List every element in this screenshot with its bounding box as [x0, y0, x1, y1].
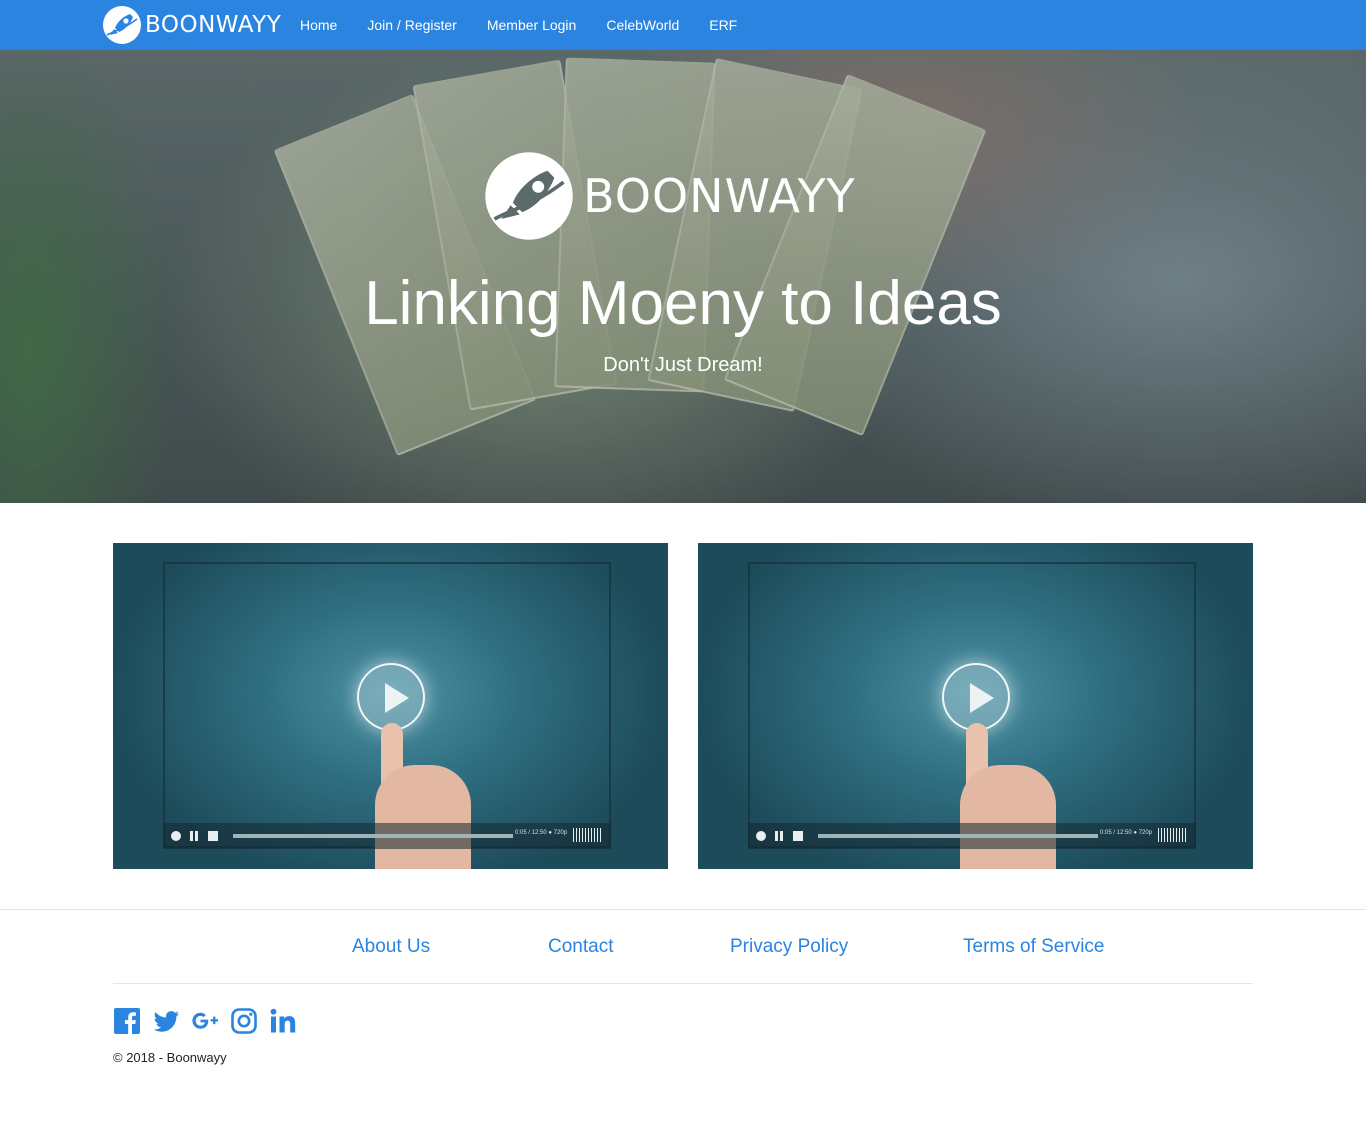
brand-name: BOONWAYY: [145, 12, 282, 38]
stop-icon: [793, 831, 803, 841]
play-icon[interactable]: [357, 663, 425, 731]
rocket-logo-icon: [103, 6, 141, 44]
google-plus-link[interactable]: [191, 1007, 230, 1035]
copyright-text: © 2018 - Boonwayy: [113, 1050, 227, 1065]
twitter-link[interactable]: [152, 1007, 191, 1035]
video-thumbnail[interactable]: 0:05 / 12:50 ● 720p: [698, 543, 1253, 869]
footer-link-terms-of-service[interactable]: Terms of Service: [963, 924, 1104, 969]
instagram-icon: [231, 1008, 257, 1034]
nav-erf[interactable]: ERF: [694, 0, 752, 50]
hero-title: Linking Moeny to Ideas: [364, 269, 1002, 338]
hero-brand-name: BOONWAYY: [583, 169, 856, 223]
hand-image: [375, 765, 471, 869]
volume-icon: [573, 828, 603, 842]
progress-bar: [233, 834, 513, 838]
social-links: [113, 1006, 308, 1036]
play-small-icon: [171, 831, 181, 841]
footer-divider: [113, 983, 1253, 984]
nav-celebworld[interactable]: CelebWorld: [591, 0, 694, 50]
nav-join-register[interactable]: Join / Register: [352, 0, 471, 50]
video-controls: 0:05 / 12:50 ● 720p: [748, 823, 1196, 849]
main-nav: Home Join / Register Member Login CelebW…: [285, 0, 752, 50]
footer-divider: [0, 909, 1366, 910]
play-icon[interactable]: [942, 663, 1010, 731]
linkedin-link[interactable]: [269, 1007, 308, 1035]
video-time: 0:05 / 12:50 ● 720p: [515, 830, 567, 836]
play-small-icon: [756, 831, 766, 841]
nav-member-login[interactable]: Member Login: [472, 0, 592, 50]
footer-link-contact[interactable]: Contact: [548, 924, 613, 969]
instagram-link[interactable]: [230, 1007, 269, 1035]
footer-link-privacy-policy[interactable]: Privacy Policy: [730, 924, 848, 969]
stop-icon: [208, 831, 218, 841]
video-time: 0:05 / 12:50 ● 720p: [1100, 830, 1152, 836]
facebook-icon: [114, 1008, 140, 1034]
footer-link-about-us[interactable]: About Us: [352, 924, 430, 969]
pause-icon: [190, 831, 198, 841]
rocket-logo-icon: [485, 152, 573, 240]
hero-content: BOONWAYY Linking Moeny to Ideas Don't Ju…: [0, 50, 1366, 503]
facebook-link[interactable]: [113, 1007, 152, 1035]
progress-bar: [818, 834, 1098, 838]
hand-image: [960, 765, 1056, 869]
video-thumbnail[interactable]: 0:05 / 12:50 ● 720p: [113, 543, 668, 869]
pause-icon: [775, 831, 783, 841]
brand-link[interactable]: BOONWAYY: [102, 5, 281, 45]
linkedin-icon: [270, 1008, 296, 1033]
nav-home[interactable]: Home: [285, 0, 352, 50]
volume-icon: [1158, 828, 1188, 842]
top-navbar: BOONWAYY Home Join / Register Member Log…: [0, 0, 1366, 50]
hero-logo: BOONWAYY: [483, 150, 856, 242]
footer-links: About Us Contact Privacy Policy Terms of…: [113, 924, 1253, 969]
google-plus-icon: [192, 1012, 218, 1029]
hero-banner: BOONWAYY Linking Moeny to Ideas Don't Ju…: [0, 50, 1366, 503]
video-controls: 0:05 / 12:50 ● 720p: [163, 823, 611, 849]
twitter-icon: [153, 1011, 179, 1032]
hero-subtitle: Don't Just Dream!: [603, 354, 763, 376]
